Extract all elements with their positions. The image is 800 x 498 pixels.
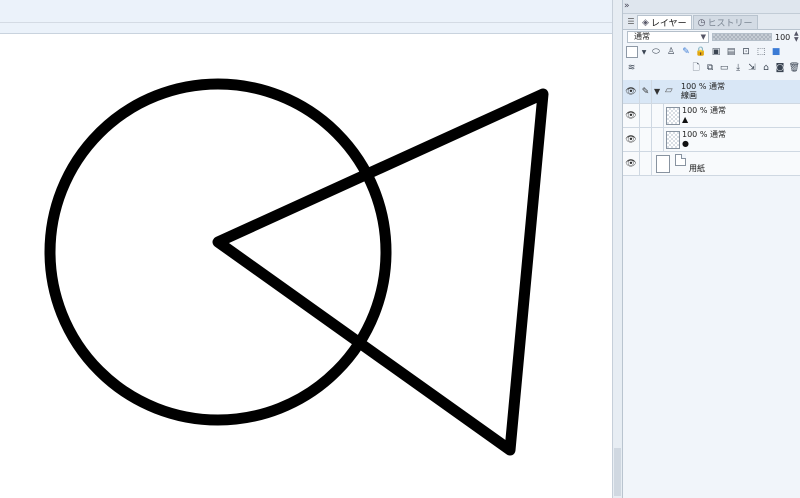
opacity-spin-icon[interactable]: ▲ ▼ bbox=[794, 31, 799, 43]
paper-icon bbox=[675, 154, 686, 166]
layer-name: 用紙 bbox=[689, 164, 705, 173]
eye-icon[interactable]: 👁 bbox=[623, 80, 640, 103]
layer-list: 👁 ✎ ▼ ▱ 100 % 通常 線画 👁 100 % 通常 ▲ 👁 100 %… bbox=[623, 80, 800, 498]
tab-layer[interactable]: ◈ レイヤー bbox=[637, 15, 692, 29]
eye-icon[interactable]: 👁 bbox=[623, 128, 640, 151]
opacity-slider[interactable] bbox=[712, 33, 772, 41]
opacity-slider-fill bbox=[713, 34, 771, 40]
history-icon: ◷ bbox=[697, 17, 706, 28]
folder-icon: ▱ bbox=[665, 85, 673, 96]
tab-history-label: ヒストリー bbox=[707, 19, 753, 29]
tab-layer-label: レイヤー bbox=[650, 19, 687, 29]
folder-indent bbox=[663, 128, 664, 151]
layer-property-toolbar: ▼ ⬭ ♙ ✎ 🔒 ▣ ▤ ⊡ ⬚ ■ bbox=[623, 44, 800, 60]
blend-opacity-row: 通常 ▼ 100 ▲ ▼ bbox=[623, 30, 800, 44]
layer-command-toolbar: ≋ 🗋 ⧉ ▭ ⤓ ⇲ ⌂ ◙ 🗑 bbox=[623, 60, 800, 76]
add-mask-icon[interactable]: ◙ bbox=[775, 62, 786, 74]
lock-slot[interactable] bbox=[640, 152, 652, 175]
combine-down-icon[interactable]: ⇲ bbox=[747, 62, 758, 74]
reference-layer-icon[interactable]: ♙ bbox=[665, 46, 677, 58]
chevron-down-icon: ▼ bbox=[700, 33, 706, 41]
collapse-panel-icon[interactable]: » bbox=[624, 1, 630, 11]
opacity-value[interactable]: 100 bbox=[775, 33, 791, 42]
blend-mode-value: 通常 bbox=[634, 32, 650, 41]
layer-opacity-mode: 100 % 通常 bbox=[682, 106, 726, 115]
scrollbar-thumb[interactable] bbox=[614, 448, 621, 496]
panel-header: » bbox=[623, 0, 800, 14]
layer-thumbnail bbox=[666, 107, 680, 125]
mask-icon[interactable]: ▤ bbox=[725, 46, 737, 58]
layer-row-folder[interactable]: 👁 ✎ ▼ ▱ 100 % 通常 線画 bbox=[623, 80, 800, 104]
layer-name: ● bbox=[682, 139, 689, 148]
lock-icon[interactable]: 🔒 bbox=[695, 46, 707, 58]
panel-tabs: ☰ ◈ レイヤー ◷ ヒストリー bbox=[623, 14, 800, 30]
layer-opacity-mode: 100 % 通常 bbox=[681, 82, 725, 91]
layer-color-swatch-icon[interactable]: ■ bbox=[770, 46, 782, 58]
lock-transparency-icon[interactable]: ▣ bbox=[710, 46, 722, 58]
tab-history[interactable]: ◷ ヒストリー bbox=[692, 15, 758, 29]
drawing-canvas[interactable] bbox=[0, 35, 612, 498]
pen-edit-icon[interactable]: ✎ bbox=[640, 80, 652, 103]
delete-layer-icon[interactable]: 🗑 bbox=[789, 62, 800, 74]
new-folder-icon[interactable]: ▭ bbox=[719, 62, 730, 74]
layer-name: 線画 bbox=[681, 91, 697, 100]
new-raster-layer-icon[interactable]: 🗋 bbox=[691, 62, 702, 74]
canvas-divider bbox=[0, 22, 612, 23]
blend-mode-select[interactable]: 通常 ▼ bbox=[627, 31, 709, 43]
eye-icon[interactable]: 👁 bbox=[623, 104, 640, 127]
reference-layer-mode-icon[interactable]: ⌂ bbox=[761, 62, 772, 74]
canvas-vertical-scrollbar[interactable] bbox=[612, 0, 622, 498]
chevron-down-icon[interactable]: ▼ bbox=[654, 87, 660, 96]
canvas-drawing bbox=[44, 78, 549, 456]
eye-icon[interactable]: 👁 bbox=[623, 152, 640, 175]
select-layer-icon[interactable]: ⬚ bbox=[755, 46, 767, 58]
layer-settings-icon[interactable]: ≋ bbox=[626, 62, 637, 74]
layers-icon: ◈ bbox=[642, 17, 649, 28]
app-window: » ☰ ◈ レイヤー ◷ ヒストリー 通常 ▼ 100 ▲ ▼ ▼ ⬭ ♙ ✎ … bbox=[0, 0, 800, 498]
circle-shape bbox=[44, 78, 392, 426]
ruler-icon[interactable]: ⊡ bbox=[740, 46, 752, 58]
new-vector-layer-icon[interactable]: ⧉ bbox=[705, 62, 716, 74]
layer-opacity-mode: 100 % 通常 bbox=[682, 130, 726, 139]
lock-slot[interactable] bbox=[640, 128, 652, 151]
canvas-top-bar bbox=[0, 0, 612, 34]
transfer-down-icon[interactable]: ⤓ bbox=[733, 62, 744, 74]
layer-color-icon[interactable] bbox=[626, 46, 638, 58]
layer-name: ▲ bbox=[682, 115, 689, 124]
layer-row-circle[interactable]: 👁 100 % 通常 ● bbox=[623, 128, 800, 152]
layer-row-paper[interactable]: 👁 用紙 bbox=[623, 152, 800, 176]
draft-layer-icon[interactable]: ✎ bbox=[680, 46, 692, 58]
panel-menu-icon[interactable]: ☰ bbox=[625, 15, 637, 29]
layer-thumbnail bbox=[656, 155, 670, 173]
clip-layer-icon[interactable]: ⬭ bbox=[650, 46, 662, 58]
folder-indent bbox=[663, 104, 664, 127]
layer-row-triangle[interactable]: 👁 100 % 通常 ▲ bbox=[623, 104, 800, 128]
layer-thumbnail bbox=[666, 131, 680, 149]
chevron-down-icon[interactable]: ▼ bbox=[641, 46, 647, 58]
lock-slot[interactable] bbox=[640, 104, 652, 127]
layer-panel: » ☰ ◈ レイヤー ◷ ヒストリー 通常 ▼ 100 ▲ ▼ ▼ ⬭ ♙ ✎ … bbox=[622, 0, 800, 498]
